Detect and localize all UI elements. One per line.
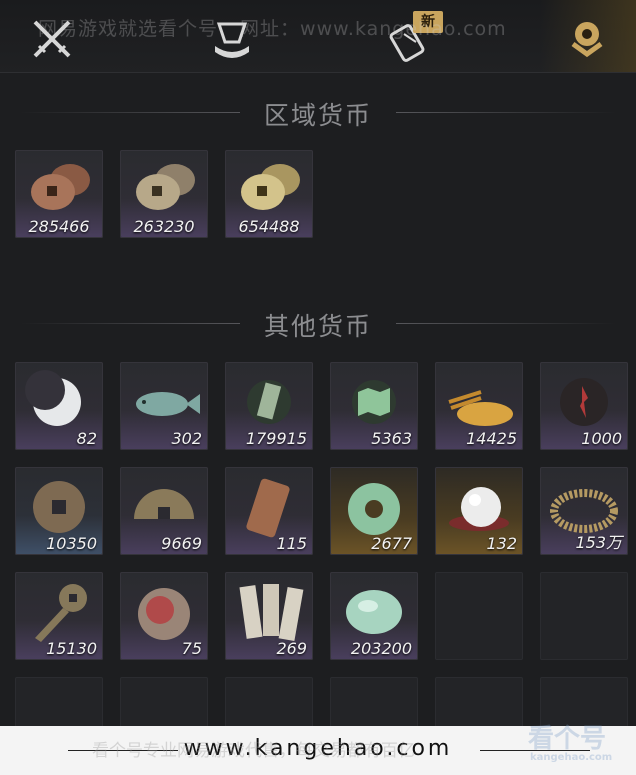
empty-slot [540, 572, 628, 660]
section-divider [396, 323, 616, 324]
currency-slot[interactable]: 5363 [330, 362, 418, 450]
currency-slot[interactable]: 269 [225, 572, 313, 660]
currency-slot[interactable]: 14425 [435, 362, 523, 450]
watermark-logo: 看个号 kangehao.com [528, 724, 613, 763]
tab-equipment[interactable] [25, 12, 79, 66]
currency-slot[interactable]: 153万 [540, 467, 628, 555]
currency-slot[interactable]: 10350 [15, 467, 103, 555]
top-tab-bar: 新 [0, 0, 636, 73]
bundle-icon [215, 22, 249, 58]
currency-slot[interactable]: 82 [15, 362, 103, 450]
tab-currency[interactable] [560, 12, 614, 66]
new-badge: 新 [413, 11, 443, 33]
currency-slot[interactable]: 302 [120, 362, 208, 450]
watermark-bottom: 看个号专业网易游戏代售，每交易都有百亿 [92, 741, 415, 761]
crossed-swords-icon [33, 20, 71, 58]
tab-gear[interactable] [205, 12, 259, 66]
currency-slot[interactable]: 285466 [15, 150, 103, 238]
empty-slot [435, 572, 523, 660]
section-divider [396, 112, 616, 113]
currency-slot[interactable]: 179915 [225, 362, 313, 450]
currency-slot[interactable]: 115 [225, 467, 313, 555]
currency-icon [571, 22, 603, 58]
currency-slot[interactable]: 132 [435, 467, 523, 555]
section-title-regional: 区域货币 [263, 101, 372, 130]
currency-slot[interactable]: 75 [120, 572, 208, 660]
currency-slot[interactable]: 9669 [120, 467, 208, 555]
currency-slot[interactable]: 654488 [225, 150, 313, 238]
section-title-other: 其他货币 [263, 312, 372, 341]
currency-slot[interactable]: 2677 [330, 467, 418, 555]
currency-slot[interactable]: 203200 [330, 572, 418, 660]
currency-slot[interactable]: 15130 [15, 572, 103, 660]
currency-slot[interactable]: 1000 [540, 362, 628, 450]
currency-slot[interactable]: 263230 [120, 150, 208, 238]
